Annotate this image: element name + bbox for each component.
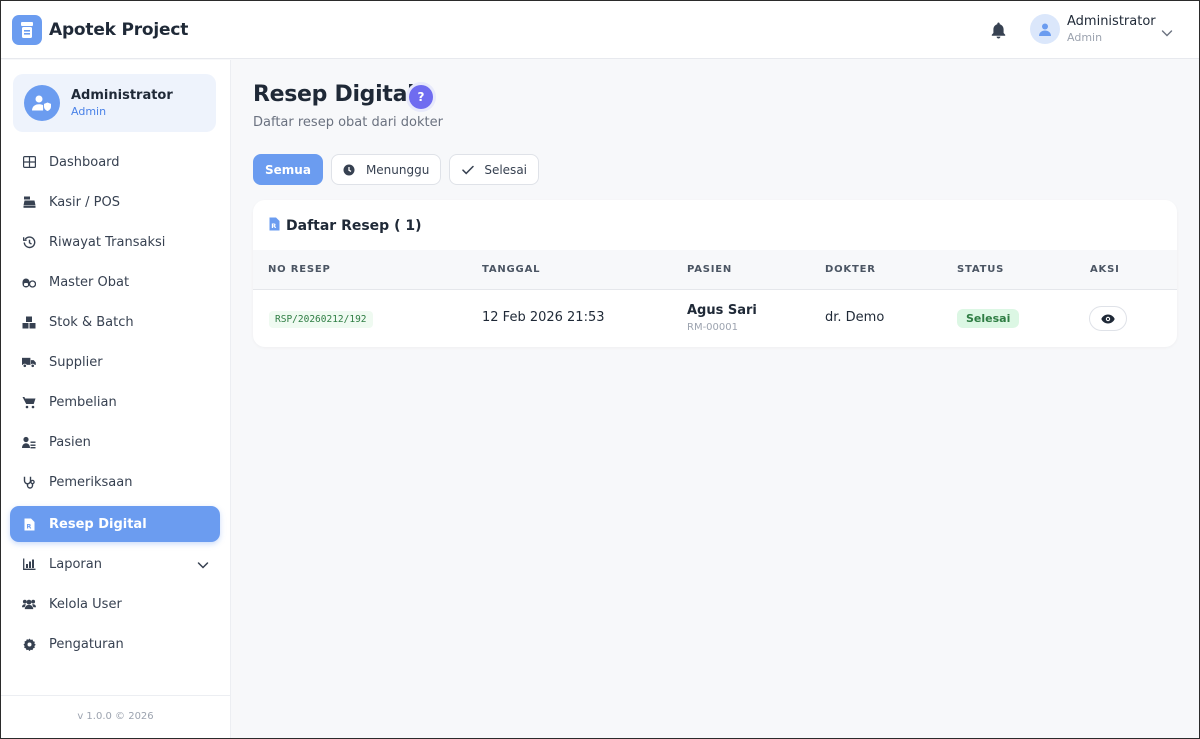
header-user-name: Administrator	[1067, 14, 1156, 29]
filter-label: Semua	[265, 162, 311, 177]
sidebar-item-riwayat[interactable]: Riwayat Transaksi	[10, 224, 220, 260]
app-window: Apotek Project Administrator Admin Admin…	[0, 0, 1200, 739]
patient-card-icon	[22, 435, 36, 449]
svg-text:R: R	[26, 522, 31, 530]
prescription-list-card: R Daftar Resep ( 1) NO RESEP TANGGAL PAS…	[253, 200, 1177, 347]
eye-icon	[1101, 309, 1115, 328]
gear-icon	[22, 637, 36, 651]
question-icon: ?	[409, 85, 433, 109]
truck-icon	[22, 355, 36, 369]
column-header: AKSI	[1090, 264, 1120, 275]
prescription-icon: R	[22, 517, 36, 531]
chart-icon	[22, 557, 36, 571]
card-header: R Daftar Resep ( 1)	[269, 216, 422, 235]
sidebar-item-laporan[interactable]: Laporan	[10, 546, 220, 582]
filter-label: Menunggu	[365, 162, 430, 177]
sidebar-item-dashboard[interactable]: Dashboard	[10, 144, 220, 180]
column-header: STATUS	[957, 264, 1005, 275]
user-avatar-icon	[1030, 14, 1060, 44]
prescription-file-icon: R	[269, 216, 280, 235]
column-header: PASIEN	[687, 264, 733, 275]
profile-card: Administrator Admin	[13, 74, 216, 132]
filter-label: Selesai	[484, 162, 527, 177]
grid-icon	[22, 155, 36, 169]
help-button[interactable]: ?	[406, 82, 436, 112]
sidebar-item-label: Riwayat Transaksi	[49, 234, 166, 250]
sidebar-item-label: Master Obat	[49, 274, 130, 290]
filter-selesai-button[interactable]: Selesai	[449, 154, 539, 185]
pill-bottle-icon	[12, 15, 42, 45]
history-icon	[22, 235, 36, 249]
sidebar-item-label: Dashboard	[49, 154, 120, 170]
app-title: Apotek Project	[49, 20, 189, 40]
status-filters: Semua Menunggu Selesai	[253, 154, 547, 185]
patient-record-id: RM-00001	[687, 322, 738, 333]
sidebar-item-label: Pemeriksaan	[49, 474, 133, 490]
view-button[interactable]	[1089, 306, 1127, 331]
bell-icon[interactable]	[987, 19, 1009, 41]
sidebar-item-kelola-user[interactable]: Kelola User	[10, 586, 220, 622]
sidebar-item-label: Stok & Batch	[49, 314, 134, 330]
stethoscope-icon	[22, 475, 36, 489]
pills-icon	[22, 275, 36, 289]
filter-semua-button[interactable]: Semua	[253, 154, 323, 185]
table-row[interactable]: RSP/20260212/192 12 Feb 2026 21:53 Agus …	[253, 291, 1177, 347]
prescription-number: RSP/20260212/192	[269, 311, 373, 328]
column-header: TANGGAL	[482, 264, 541, 275]
sidebar-item-label: Kasir / POS	[49, 194, 120, 210]
boxes-icon	[22, 315, 36, 329]
sidebar-item-label: Pembelian	[49, 394, 117, 410]
patient-cell: Agus Sari RM-00001	[687, 303, 757, 333]
version-footer: v 1.0.0 © 2026	[1, 695, 230, 738]
user-menu[interactable]: Administrator Admin	[1030, 14, 1156, 44]
sidebar-item-pasien[interactable]: Pasien	[10, 424, 220, 460]
filter-menunggu-button[interactable]: Menunggu	[330, 154, 442, 185]
sidebar-item-supplier[interactable]: Supplier	[10, 344, 220, 380]
card-title: Daftar Resep ( 1)	[286, 217, 422, 234]
sidebar-item-resep-digital[interactable]: R Resep Digital	[10, 506, 220, 542]
profile-name: Administrator	[71, 88, 173, 103]
prescription-date: 12 Feb 2026 21:53	[482, 310, 605, 325]
user-shield-icon	[24, 85, 60, 121]
sidebar-item-pembelian[interactable]: Pembelian	[10, 384, 220, 420]
sidebar-item-stok[interactable]: Stok & Batch	[10, 304, 220, 340]
sidebar-item-label: Kelola User	[49, 596, 122, 612]
sidebar-item-label: Supplier	[49, 354, 103, 370]
sidebar-item-pemeriksaan[interactable]: Pemeriksaan	[10, 464, 220, 500]
sidebar-item-label: Laporan	[49, 556, 102, 572]
users-icon	[22, 597, 36, 611]
brand[interactable]: Apotek Project	[12, 15, 188, 45]
table-header: NO RESEP TANGGAL PASIEN DOKTER STATUS AK…	[253, 250, 1177, 290]
sidebar-item-kasir[interactable]: Kasir / POS	[10, 184, 220, 220]
check-icon	[461, 163, 474, 176]
column-header: NO RESEP	[268, 264, 331, 275]
main-content: Resep Digital ? Daftar resep obat dari d…	[231, 60, 1199, 738]
sidebar-item-pengaturan[interactable]: Pengaturan	[10, 626, 220, 662]
sidebar-item-master-obat[interactable]: Master Obat	[10, 264, 220, 300]
chevron-down-icon[interactable]	[1160, 25, 1174, 39]
sidebar: Administrator Admin Dashboard Kasir / PO…	[1, 60, 231, 738]
top-bar: Apotek Project Administrator Admin	[1, 1, 1199, 59]
header-user-role: Admin	[1067, 31, 1103, 44]
status-badge: Selesai	[957, 309, 1020, 328]
chevron-down-icon[interactable]	[196, 557, 210, 571]
sidebar-item-label: Resep Digital	[49, 516, 147, 532]
profile-role: Admin	[71, 105, 107, 118]
cart-icon	[22, 395, 36, 409]
page-title: Resep Digital	[253, 82, 415, 107]
cash-register-icon	[22, 195, 36, 209]
column-header: DOKTER	[825, 264, 876, 275]
clock-icon	[343, 163, 356, 176]
sidebar-item-label: Pasien	[49, 434, 91, 450]
sidebar-item-label: Pengaturan	[49, 636, 124, 652]
page-subtitle: Daftar resep obat dari dokter	[253, 115, 443, 130]
doctor-name: dr. Demo	[825, 310, 885, 325]
svg-text:R: R	[271, 222, 276, 230]
patient-name: Agus Sari	[687, 303, 757, 318]
